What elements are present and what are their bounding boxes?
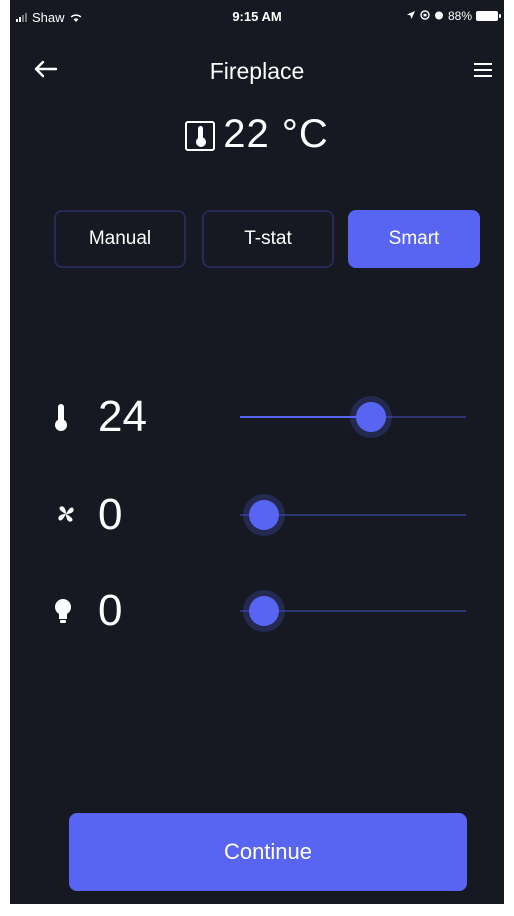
fan-control: 0 bbox=[10, 486, 504, 546]
light-bulb-icon bbox=[54, 598, 72, 629]
page-title: Fireplace bbox=[209, 58, 305, 84]
temperature-slider[interactable] bbox=[240, 402, 466, 432]
temperature-slider-fill bbox=[240, 416, 371, 418]
app-screen: Shaw 9:15 AM 88% Fireplace 22 °C Manual … bbox=[10, 0, 504, 904]
hamburger-menu-icon[interactable] bbox=[474, 63, 492, 81]
light-control: 0 bbox=[10, 582, 504, 642]
temperature-slider-thumb[interactable] bbox=[355, 402, 386, 432]
fan-icon bbox=[54, 502, 78, 531]
alarm-icon bbox=[434, 9, 444, 23]
thermometer-icon bbox=[54, 404, 68, 437]
tab-manual[interactable]: Manual bbox=[54, 210, 186, 268]
thermometer-box-icon bbox=[185, 120, 216, 151]
battery-percent: 88% bbox=[447, 9, 472, 23]
fan-slider-thumb[interactable] bbox=[249, 500, 279, 530]
tab-smart[interactable]: Smart bbox=[348, 210, 480, 268]
temperature-setpoint-value: 24 bbox=[98, 392, 147, 441]
light-slider[interactable] bbox=[240, 596, 466, 626]
status-bar: Shaw 9:15 AM 88% bbox=[10, 0, 504, 34]
location-arrow-icon bbox=[406, 9, 416, 23]
fan-slider[interactable] bbox=[240, 500, 466, 530]
tab-t-stat[interactable]: T-stat bbox=[202, 210, 334, 268]
temperature-control: 24 bbox=[10, 388, 504, 448]
rotation-lock-icon bbox=[420, 9, 430, 23]
current-temperature-value: 22 °C bbox=[223, 112, 329, 156]
light-level-value: 0 bbox=[98, 586, 123, 635]
status-right: 88% bbox=[406, 9, 501, 23]
light-slider-thumb[interactable] bbox=[249, 596, 279, 626]
battery-icon bbox=[476, 11, 501, 21]
current-temperature: 22 °C bbox=[10, 112, 504, 157]
continue-button[interactable]: Continue bbox=[69, 813, 467, 891]
fan-speed-value: 0 bbox=[98, 490, 123, 539]
